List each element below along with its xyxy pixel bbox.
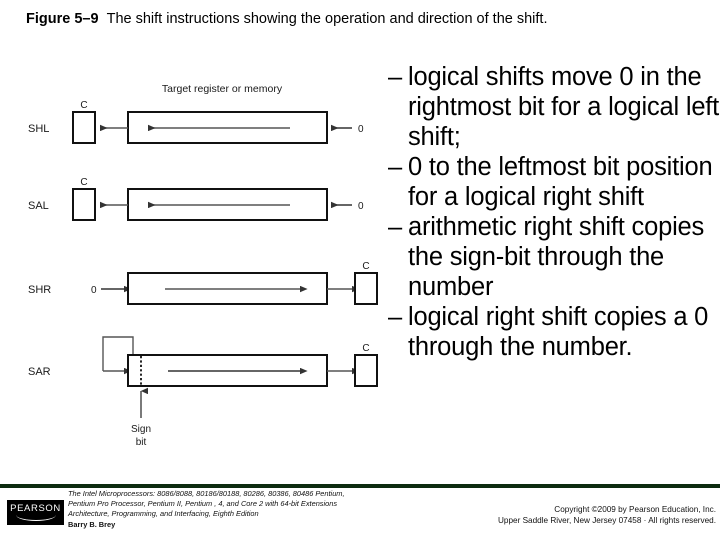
- bullet-item: – logical right shift copies a 0 through…: [388, 302, 720, 362]
- diagram-caption: Target register or memory: [162, 83, 283, 95]
- figure-label: Figure 5–9: [26, 11, 99, 27]
- carry-label-sal: C: [80, 177, 87, 188]
- bullet-dash-icon: –: [388, 153, 402, 181]
- zero-label-shr: 0: [91, 285, 97, 296]
- row-label-shl: SHL: [28, 123, 49, 135]
- carry-box-shr: [354, 272, 378, 305]
- sign-bit-label-line2: bit: [136, 437, 147, 448]
- copyright-line-1: Copyright ©2009 by Pearson Education, In…: [554, 505, 716, 514]
- page-title: Figure 5–9 The shift instructions showin…: [26, 10, 706, 28]
- citation-line-2: Pentium Pro Processor, Pentium II, Penti…: [68, 499, 338, 509]
- carry-box-shl: [72, 111, 96, 144]
- zero-label-shl: 0: [358, 124, 364, 135]
- bullet-text: arithmetic right shift copies the sign-b…: [408, 213, 705, 301]
- shift-instructions-diagram: Target register or memory SHL C 0 SAL C …: [0, 60, 395, 460]
- citation-line-1: The Intel Microprocessors: 8086/8088, 80…: [68, 489, 345, 498]
- figure-caption: The shift instructions showing the opera…: [106, 11, 548, 27]
- copyright-notice: Copyright ©2009 by Pearson Education, In…: [420, 504, 716, 526]
- footer-divider: [0, 484, 720, 488]
- carry-box-sar: [354, 354, 378, 387]
- bullet-dash-icon: –: [388, 213, 402, 241]
- diagram-row-sal: SAL C 0: [28, 177, 364, 221]
- carry-label-shr: C: [362, 261, 369, 272]
- pearson-swoosh-icon: [15, 515, 56, 521]
- zero-label-sal: 0: [358, 201, 364, 212]
- copyright-line-2: Upper Saddle River, New Jersey 07458 · A…: [498, 516, 716, 525]
- carry-box-sal: [72, 188, 96, 221]
- row-label-sar: SAR: [28, 366, 51, 378]
- bullet-dash-icon: –: [388, 63, 402, 91]
- bullet-item: – logical shifts move 0 in the rightmost…: [388, 62, 720, 152]
- sign-bit-label-line1: Sign: [131, 424, 151, 435]
- bullet-text: logical right shift copies a 0 through t…: [408, 303, 709, 361]
- bullet-item: – arithmetic right shift copies the sign…: [388, 212, 720, 302]
- pearson-logo: PEARSON: [7, 500, 64, 525]
- bullet-item: – 0 to the leftmost bit position for a l…: [388, 152, 720, 212]
- row-label-shr: SHR: [28, 284, 51, 296]
- carry-label-shl: C: [80, 100, 87, 111]
- slide-canvas: Figure 5–9 The shift instructions showin…: [0, 0, 720, 540]
- bullet-dash-icon: –: [388, 303, 402, 331]
- carry-label-sar: C: [362, 343, 369, 354]
- bullet-list: – logical shifts move 0 in the rightmost…: [388, 62, 720, 362]
- book-citation: The Intel Microprocessors: 8086/8088, 80…: [68, 489, 398, 530]
- citation-author: Barry B. Brey: [68, 519, 116, 529]
- bullet-text: 0 to the leftmost bit position for a log…: [408, 153, 713, 211]
- diagram-row-sar: SAR C Sign bit: [28, 336, 378, 448]
- row-label-sal: SAL: [28, 200, 49, 212]
- bullet-text: logical shifts move 0 in the rightmost b…: [408, 63, 720, 151]
- diagram-row-shr: SHR 0 C: [28, 261, 378, 305]
- diagram-row-shl: SHL C 0: [28, 100, 364, 144]
- citation-line-3: Architecture, Programming, and Interfaci…: [68, 509, 259, 519]
- pearson-wordmark: PEARSON: [10, 503, 61, 514]
